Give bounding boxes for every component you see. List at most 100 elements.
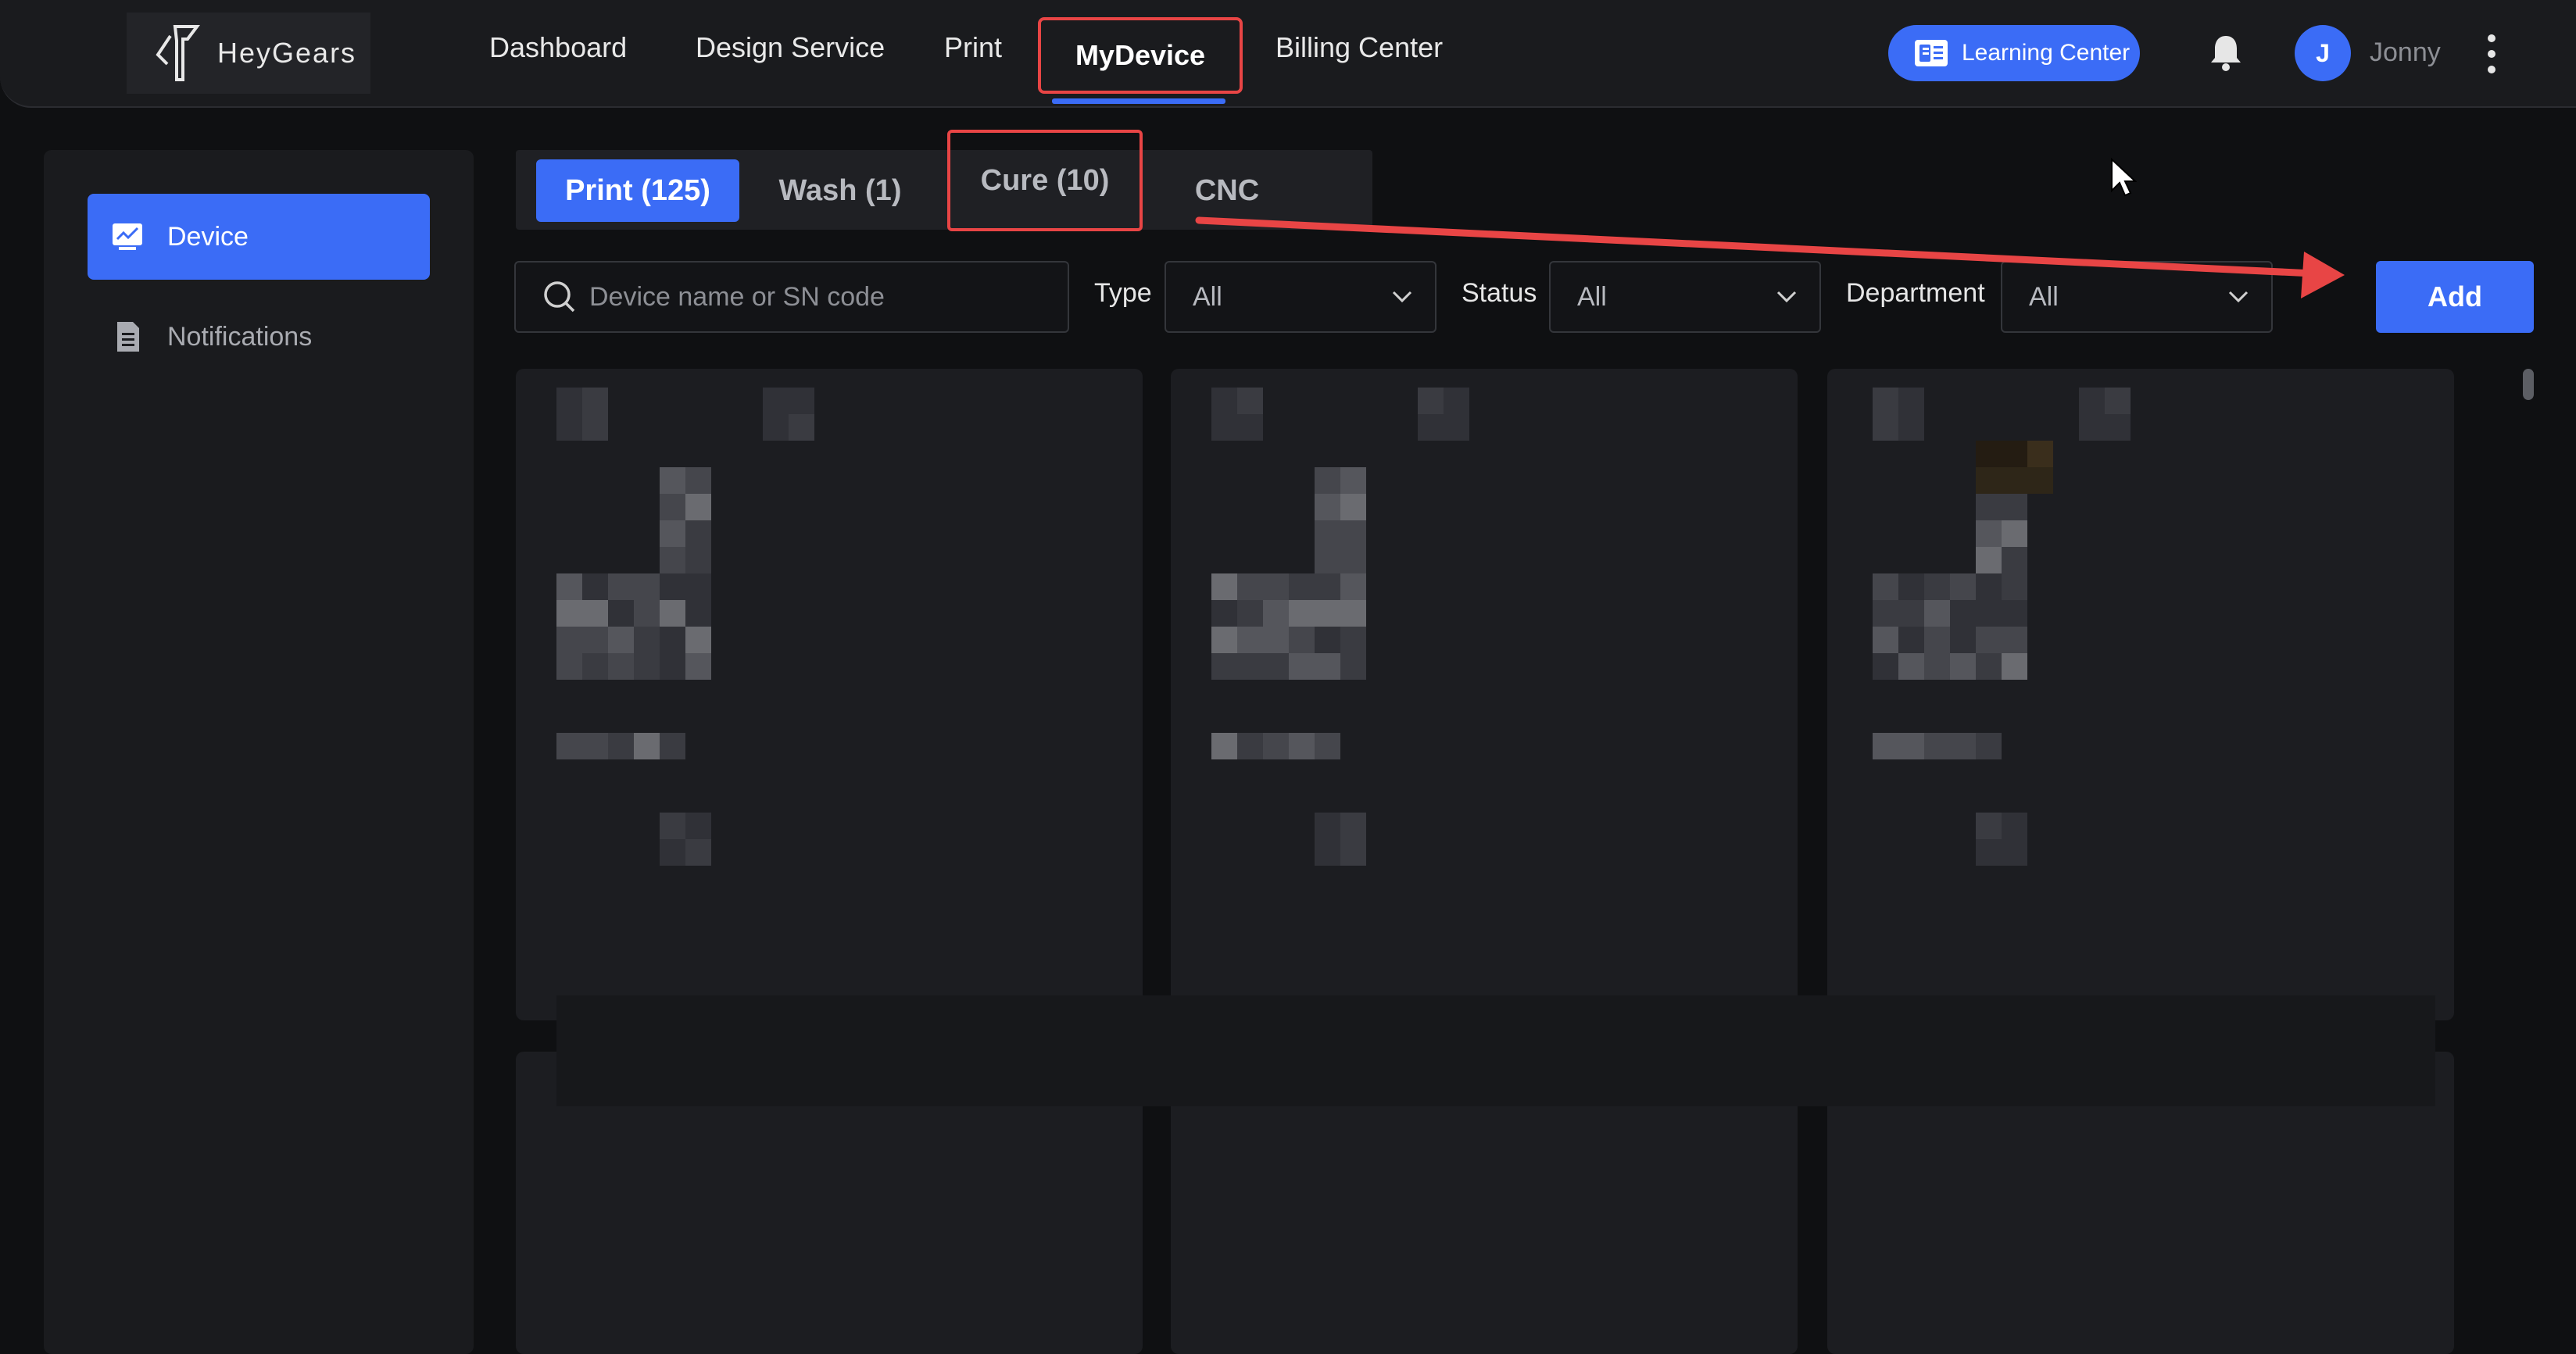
user-name[interactable]: Jonny <box>2370 38 2441 68</box>
pixel-block <box>2002 441 2027 467</box>
pixel-block <box>1315 547 1340 573</box>
pixel-block <box>1315 494 1340 520</box>
nav-billing-center[interactable]: Billing Center <box>1275 31 1443 64</box>
pixel-block <box>1340 520 1366 547</box>
sidebar-item-label: Notifications <box>167 321 313 352</box>
device-card[interactable] <box>516 369 1143 1020</box>
pixel-block <box>1211 733 1237 759</box>
pixel-block <box>608 627 634 653</box>
pixel-block <box>2002 627 2027 653</box>
pixel-block <box>1976 733 2002 759</box>
more-options-icon[interactable] <box>2484 34 2499 73</box>
pixel-block <box>634 733 660 759</box>
department-select[interactable]: All <box>2001 261 2273 333</box>
pixel-block <box>1976 441 2002 467</box>
tab-print[interactable]: Print (125) <box>536 159 739 222</box>
pixel-block <box>1924 653 1950 680</box>
pixel-block <box>1873 388 1898 414</box>
pixel-block <box>1289 653 1315 680</box>
avatar[interactable]: J <box>2295 25 2351 81</box>
pixel-block <box>2002 813 2027 839</box>
pixel-block <box>685 813 711 839</box>
pixel-block <box>634 627 660 653</box>
tab-wash[interactable]: Wash (1) <box>750 159 930 222</box>
pixel-block <box>556 414 582 441</box>
pixel-block <box>556 573 582 600</box>
pixel-block <box>1976 653 2002 680</box>
pixel-block <box>685 573 711 600</box>
search-placeholder: Device name or SN code <box>589 281 885 312</box>
pixel-block <box>1315 573 1340 600</box>
search-input[interactable]: Device name or SN code <box>514 261 1069 333</box>
pixel-block <box>685 600 711 627</box>
pixel-block <box>1950 653 1976 680</box>
pixel-block <box>1289 733 1315 759</box>
pixelated-card-footer <box>556 995 2435 1106</box>
pixel-block <box>1340 839 1366 866</box>
pixel-block <box>608 600 634 627</box>
pixel-block <box>1315 600 1340 627</box>
pixel-block <box>660 733 685 759</box>
pixel-block <box>582 627 608 653</box>
pixel-block <box>1898 388 1924 414</box>
pixel-block <box>2079 388 2105 414</box>
pixel-block <box>1976 467 2002 494</box>
search-icon <box>544 281 575 313</box>
sidebar-item-device[interactable]: Device <box>88 194 430 280</box>
pixel-block <box>1418 414 1444 441</box>
pixel-block <box>1340 813 1366 839</box>
nav-mydevice[interactable]: MyDevice <box>1038 17 1243 94</box>
pixel-block <box>685 494 711 520</box>
pixel-block <box>685 467 711 494</box>
device-card[interactable] <box>1171 369 1798 1020</box>
pixel-block <box>556 733 582 759</box>
pixel-block <box>1237 573 1263 600</box>
learning-center-button[interactable]: Learning Center <box>1888 25 2140 81</box>
pixel-block <box>685 520 711 547</box>
tab-cure[interactable]: Cure (10) <box>947 130 1143 231</box>
pixel-block <box>1444 388 1469 414</box>
pixel-block <box>1898 414 1924 441</box>
bell-icon[interactable] <box>2209 33 2243 72</box>
device-type-tabs: Print (125) Wash (1) Cure (10) CNC <box>516 130 1372 231</box>
sidebar-item-notifications[interactable]: Notifications <box>88 294 430 380</box>
mouse-cursor-icon <box>2111 158 2137 197</box>
nav-design-service[interactable]: Design Service <box>696 31 885 64</box>
document-list-icon <box>117 322 139 352</box>
pixel-block <box>1898 600 1924 627</box>
device-card[interactable] <box>1827 369 2454 1020</box>
pixel-block <box>2002 494 2027 520</box>
pixel-block <box>1873 653 1898 680</box>
pixel-block <box>660 813 685 839</box>
sidebar-item-label: Device <box>167 221 249 252</box>
pixel-block <box>1315 733 1340 759</box>
pixel-block <box>1950 573 1976 600</box>
learning-center-label: Learning Center <box>1962 40 2131 66</box>
pixel-block <box>1340 600 1366 627</box>
pixel-block <box>1237 414 1263 441</box>
pixel-block <box>660 839 685 866</box>
pixel-block <box>608 733 634 759</box>
department-select-value: All <box>2029 281 2059 312</box>
pixel-block <box>582 573 608 600</box>
pixel-block <box>1898 653 1924 680</box>
logo-text: HeyGears <box>217 37 357 69</box>
pixel-block <box>1924 573 1950 600</box>
type-select-value: All <box>1193 281 1222 312</box>
pixel-block <box>1237 600 1263 627</box>
status-select[interactable]: All <box>1549 261 1821 333</box>
type-select[interactable]: All <box>1165 261 1436 333</box>
type-filter-label: Type <box>1094 278 1152 308</box>
heygears-logo[interactable]: HeyGears <box>127 13 370 94</box>
chevron-down-icon <box>2228 291 2249 303</box>
add-device-button[interactable]: Add <box>2376 261 2534 333</box>
pixel-block <box>2002 600 2027 627</box>
pixel-block <box>2079 414 2105 441</box>
pixel-block <box>556 600 582 627</box>
pixel-block <box>1950 733 1976 759</box>
scrollbar-thumb[interactable] <box>2523 369 2534 400</box>
nav-dashboard[interactable]: Dashboard <box>489 31 627 64</box>
pixel-block <box>1340 494 1366 520</box>
tab-cnc[interactable]: CNC <box>1157 159 1297 222</box>
nav-print[interactable]: Print <box>944 31 1002 64</box>
